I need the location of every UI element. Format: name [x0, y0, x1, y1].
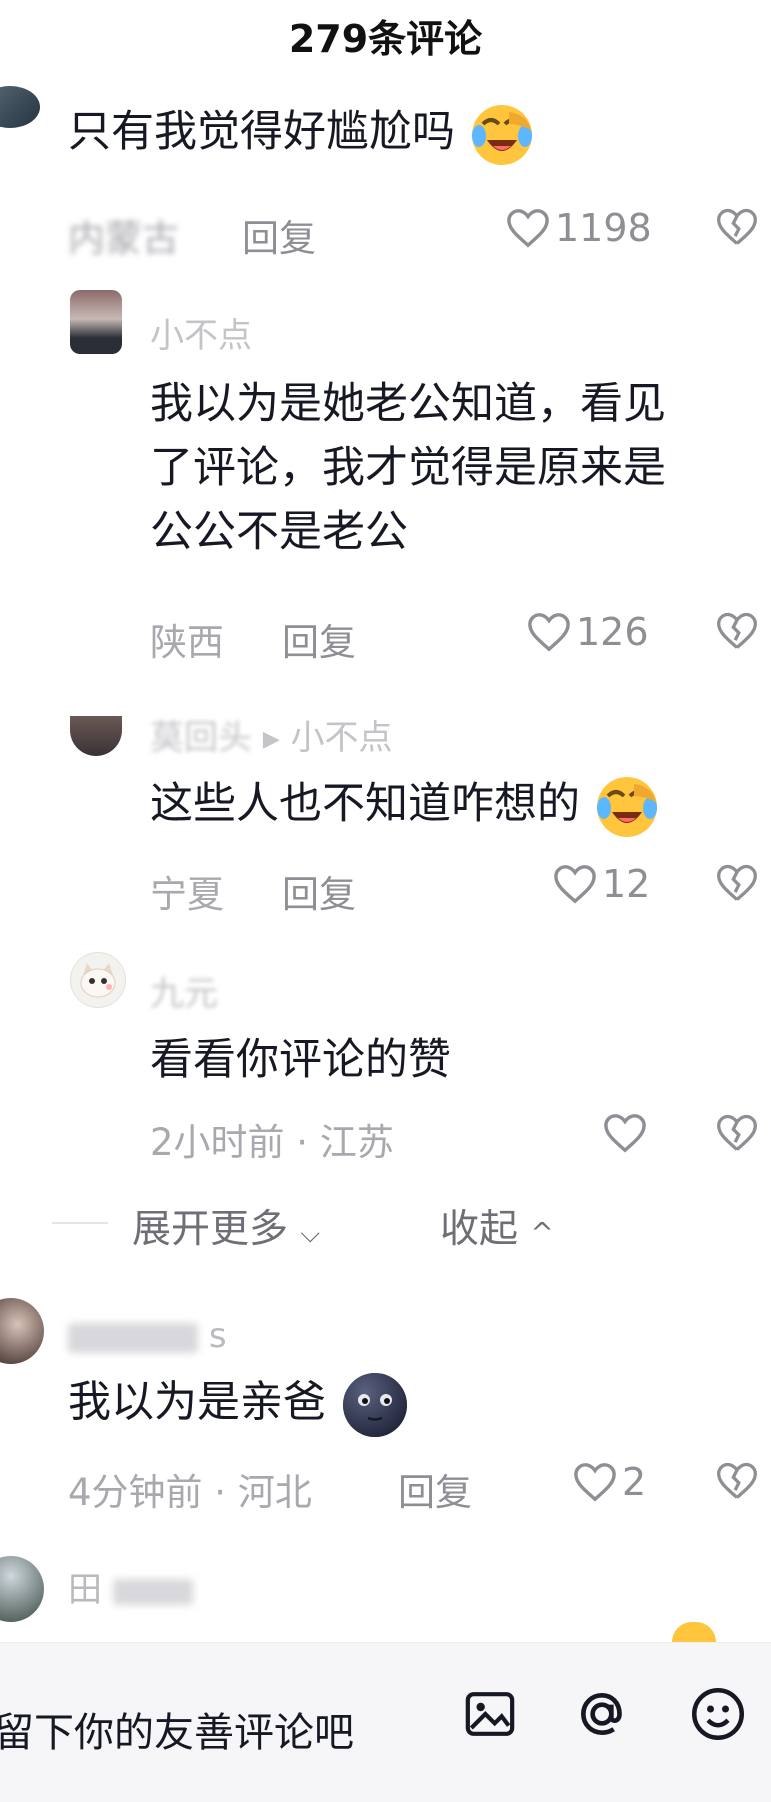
avatar[interactable]	[70, 716, 122, 756]
comment-location: 内蒙古	[68, 217, 179, 260]
reply-button[interactable]: 回复	[398, 1462, 472, 1516]
reply-button[interactable]: 回复	[282, 864, 356, 918]
heart-icon[interactable]	[602, 1112, 648, 1154]
like-count: 126	[576, 610, 649, 654]
comment-text: 只有我觉得好尴尬吗	[68, 100, 535, 168]
comments-title: 279条评论	[288, 17, 483, 61]
like-count: 12	[602, 862, 651, 906]
dislike-broken-heart-icon[interactable]	[715, 862, 759, 904]
dislike-broken-heart-icon[interactable]	[715, 1112, 759, 1154]
laughing-crying-emoji-icon	[471, 104, 532, 165]
avatar[interactable]	[0, 1298, 44, 1364]
like-button[interactable]: 12	[552, 862, 650, 906]
comment-location: 宁夏	[150, 873, 224, 916]
emoji-face-icon[interactable]	[688, 1684, 748, 1744]
image-icon[interactable]	[462, 1686, 518, 1742]
comment-text: 我以为是亲爸	[68, 1370, 410, 1440]
comment-meta: 2小时前 · 江苏	[150, 1121, 394, 1164]
avatar[interactable]	[0, 1556, 44, 1622]
collapse-button[interactable]: 收起 ^	[440, 1198, 554, 1254]
reply-to-username: 小不点	[290, 718, 393, 758]
comment-meta: 4分钟前 · 河北	[68, 1471, 312, 1514]
avatar[interactable]	[70, 952, 126, 1008]
divider	[52, 1222, 108, 1224]
username[interactable]: s	[68, 1316, 227, 1356]
mention-at-icon[interactable]	[574, 1686, 630, 1742]
new-moon-face-emoji-icon	[342, 1373, 407, 1437]
reply-button[interactable]: 回复	[242, 208, 316, 262]
heart-icon	[574, 1463, 616, 1502]
dislike-broken-heart-icon[interactable]	[715, 610, 759, 652]
reply-button[interactable]: 回复	[282, 612, 356, 666]
cat-avatar-icon	[80, 963, 116, 998]
comment-location: 陕西	[150, 621, 224, 664]
laughing-crying-emoji-icon	[596, 776, 657, 837]
username[interactable]: 九元	[150, 966, 218, 1015]
avatar[interactable]	[0, 86, 40, 128]
comment-input[interactable]: 留下你的友善评论吧	[0, 1700, 354, 1758]
dislike-broken-heart-icon[interactable]	[715, 1460, 759, 1502]
like-button[interactable]: 1198	[505, 206, 652, 250]
username[interactable]: 莫回头 ▶ 小不点	[150, 710, 393, 759]
like-button[interactable]: 126	[526, 610, 649, 654]
avatar[interactable]	[70, 290, 122, 354]
username[interactable]: 田	[68, 1562, 193, 1611]
expand-more-button[interactable]: 展开更多 ⌵	[132, 1198, 320, 1254]
heart-icon	[528, 613, 570, 652]
partial-emoji	[672, 1622, 716, 1642]
like-button[interactable]: 2	[572, 1460, 646, 1504]
username[interactable]: 小不点	[150, 308, 252, 357]
reply-arrow-icon: ▶	[262, 727, 280, 752]
like-count: 1198	[555, 206, 652, 250]
chevron-down-icon: ⌵	[300, 1219, 321, 1249]
like-count: 2	[622, 1460, 647, 1504]
chevron-up-icon: ^	[530, 1216, 554, 1249]
comment-text: 这些人也不知道咋想的	[150, 772, 660, 840]
dislike-broken-heart-icon[interactable]	[715, 206, 759, 248]
comment-text: 看看你评论的赞	[150, 1035, 451, 1085]
comment-text: 我以为是她老公知道，看见 了评论，我才觉得是原来是 公公不是老公	[150, 379, 666, 557]
heart-icon	[554, 865, 596, 904]
heart-icon	[507, 209, 549, 248]
